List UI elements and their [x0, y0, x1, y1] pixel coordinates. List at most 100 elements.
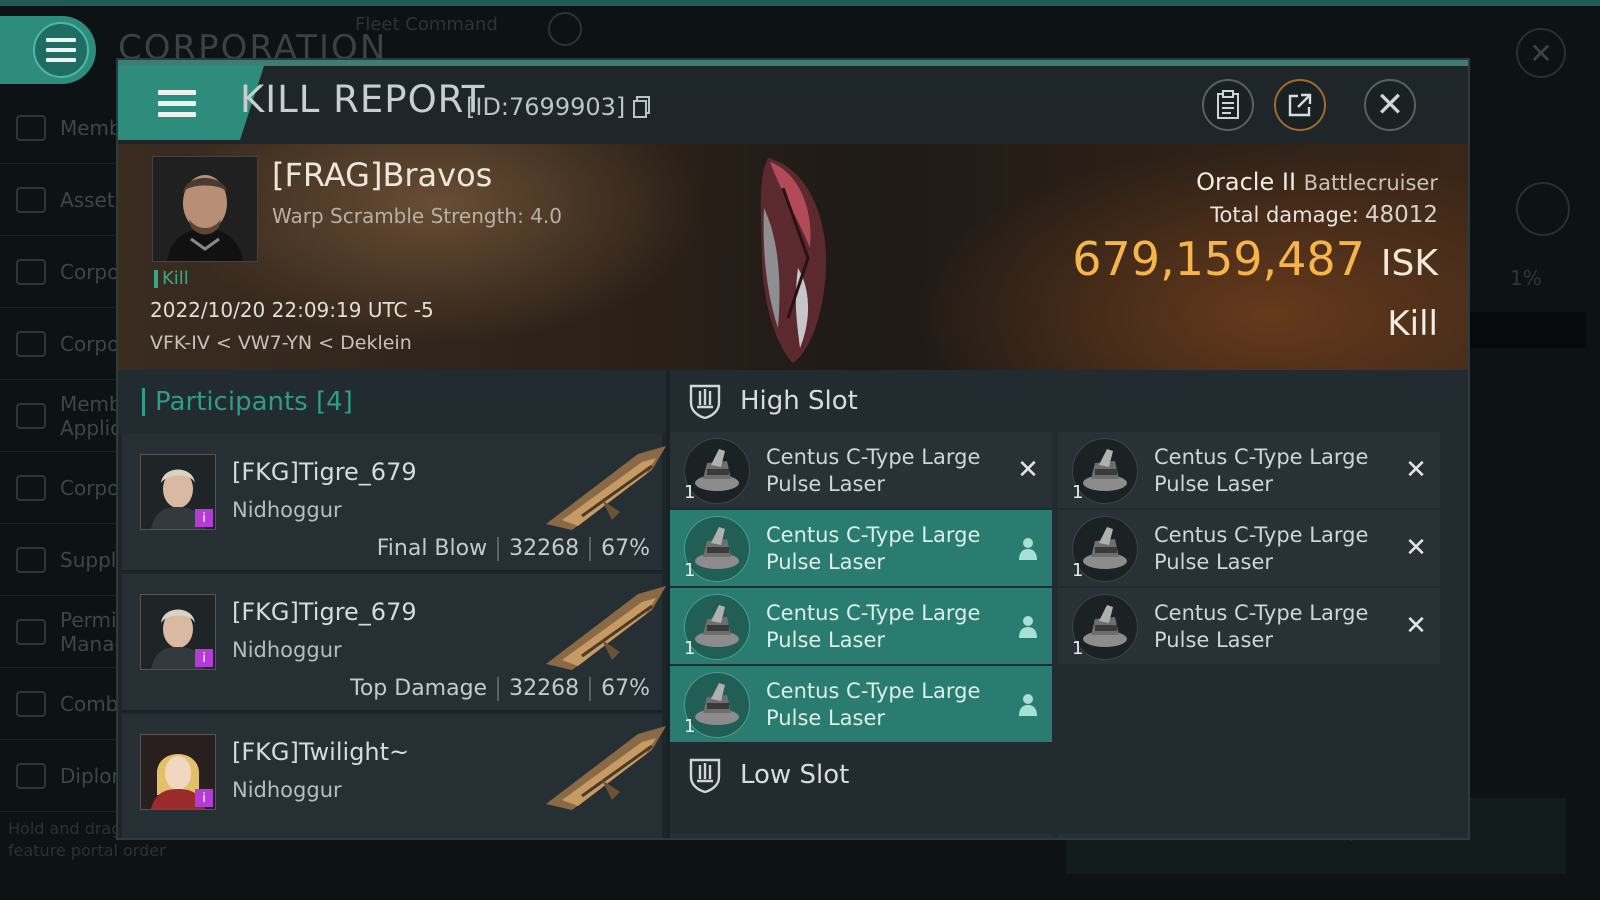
- module-item[interactable]: 1 Centus C-Type Large Pulse Laser ✕: [1058, 510, 1440, 586]
- pilot-badge-icon: i: [195, 509, 213, 527]
- pie-icon: [16, 330, 46, 357]
- victim-ship-image[interactable]: [738, 148, 848, 368]
- menu-icon: [158, 89, 196, 117]
- destroyed-x-icon: ✕: [1017, 455, 1039, 485]
- dropped-person-icon: [1014, 690, 1042, 718]
- dropped-person-icon: [1014, 534, 1042, 562]
- module-quantity: 1: [684, 638, 696, 659]
- participant-ship-image: [546, 446, 666, 530]
- destroyed-x-icon: ✕: [1405, 533, 1427, 563]
- participant-row[interactable]: i [FKG]Twilight~ Nidhoggur: [122, 714, 666, 838]
- top-accent-bar: [0, 0, 1600, 6]
- participant-ship: Nidhoggur: [232, 778, 342, 802]
- module-item[interactable]: 1 Centus C-Type Large Pulse Laser: [670, 666, 1052, 742]
- participant-name: [FKG]Tigre_679: [232, 458, 417, 486]
- module-item[interactable]: 1 Centus C-Type Large Pulse Laser ✕: [1058, 432, 1440, 508]
- pilot-badge-icon: i: [195, 789, 213, 807]
- share-button[interactable]: [1274, 79, 1326, 131]
- stats-icon: [16, 258, 46, 285]
- background-percent: 1%: [1510, 266, 1542, 290]
- participant-stats: Final Blow 32268 67%: [376, 536, 650, 561]
- module-name: Centus C-Type Large Pulse Laser: [766, 679, 981, 730]
- dropped-person-icon: [1014, 612, 1042, 640]
- menu-icon: [33, 22, 89, 78]
- low-slot-module-partial[interactable]: [1058, 834, 1440, 838]
- document-icon: [16, 474, 46, 501]
- fitting-panel: High Slot 1 Centus C-Type Large Pulse La…: [670, 370, 1468, 838]
- participants-panel: Participants [4] i [FKG]Tigre_679 Nidhog…: [118, 370, 666, 838]
- avatar[interactable]: i: [140, 454, 216, 530]
- avatar[interactable]: i: [140, 734, 216, 810]
- sidebar-item-diplomacy[interactable]: Diplon: [0, 740, 124, 812]
- sidebar-item-combat[interactable]: Comb: [0, 668, 118, 740]
- participant-ship-image: [546, 726, 666, 810]
- victim-name[interactable]: [FRAG]Bravos: [272, 156, 492, 194]
- participant-ship: Nidhoggur: [232, 498, 342, 522]
- low-slot-title: Low Slot: [740, 760, 850, 790]
- victim-banner: [FRAG]Bravos Warp Scramble Strength: 4.0…: [118, 144, 1468, 370]
- low-slot-module-partial[interactable]: [670, 834, 1052, 838]
- sidebar-item-supply[interactable]: Supply: [0, 524, 128, 596]
- high-slot-icon: [689, 384, 721, 419]
- kill-tag: Kill: [154, 270, 189, 288]
- victim-portrait[interactable]: [152, 156, 258, 262]
- module-name: Centus C-Type Large Pulse Laser: [1154, 445, 1369, 496]
- destroyed-x-icon: ✕: [1405, 455, 1427, 485]
- fleet-command-tab[interactable]: Fleet Command: [355, 14, 498, 35]
- close-button[interactable]: ✕: [1364, 79, 1416, 131]
- diplomacy-icon: [16, 762, 46, 789]
- module-quantity: 1: [1072, 560, 1084, 581]
- victim-ship[interactable]: Oracle II Battlecruiser: [1196, 168, 1438, 196]
- module-name: Centus C-Type Large Pulse Laser: [1154, 523, 1369, 574]
- permissions-icon: [16, 618, 46, 645]
- module-quantity: 1: [684, 560, 696, 581]
- report-result: Kill: [1387, 304, 1438, 344]
- participant-name: [FKG]Twilight~: [232, 738, 410, 766]
- participants-header: Participants [4]: [118, 370, 666, 434]
- participant-stats: Top Damage 32268 67%: [350, 676, 650, 701]
- destroyed-x-icon: ✕: [1405, 611, 1427, 641]
- sidebar-item-corp-stats[interactable]: Corpo: [0, 236, 119, 308]
- participant-row[interactable]: i [FKG]Tigre_679 Nidhoggur Top Damage 32…: [122, 574, 666, 712]
- kill-location[interactable]: VFK-IV < VW7-YN < Deklein: [150, 332, 412, 354]
- kill-report-menu-button[interactable]: [118, 66, 236, 140]
- sidebar-item-corp-docs[interactable]: Corpo: [0, 452, 119, 524]
- kill-report-window: KILL REPORT [ID:7699903] ✕ [FRAG]Bravos …: [116, 58, 1470, 840]
- members-icon: [16, 114, 46, 141]
- sidebar-item-permissions[interactable]: Permi Manag: [0, 596, 127, 668]
- module-quantity: 1: [1072, 482, 1084, 503]
- low-slot-header: Low Slot: [670, 744, 1468, 806]
- module-item[interactable]: 1 Centus C-Type Large Pulse Laser ✕: [670, 432, 1052, 508]
- corporation-sidebar: Memb Asset Corpo Corpo Memb Applic Corpo…: [0, 92, 128, 832]
- sidebar-item-assets[interactable]: Asset: [0, 164, 118, 236]
- module-name: Centus C-Type Large Pulse Laser: [766, 523, 981, 574]
- module-quantity: 1: [684, 482, 696, 503]
- copy-icon[interactable]: [632, 96, 651, 118]
- participant-row[interactable]: i [FKG]Tigre_679 Nidhoggur Final Blow 32…: [122, 434, 666, 572]
- module-item[interactable]: 1 Centus C-Type Large Pulse Laser ✕: [1058, 588, 1440, 664]
- participant-name: [FKG]Tigre_679: [232, 598, 417, 626]
- main-menu-button[interactable]: [0, 16, 96, 84]
- warp-scramble-strength: Warp Scramble Strength: 4.0: [272, 204, 563, 228]
- pilot-badge-icon: i: [195, 649, 213, 667]
- participants-title: Participants [4]: [142, 388, 353, 416]
- sidebar-item-member-applications[interactable]: Memb Applic: [0, 380, 122, 452]
- sidebar-item-members[interactable]: Memb: [0, 92, 122, 164]
- clipboard-button[interactable]: [1202, 79, 1254, 131]
- module-name: Centus C-Type Large Pulse Laser: [1154, 601, 1369, 652]
- avatar[interactable]: i: [140, 594, 216, 670]
- corporation-close-button[interactable]: ✕: [1516, 28, 1566, 78]
- total-damage: Total damage: 48012: [1210, 202, 1438, 228]
- external-link-icon[interactable]: [1516, 182, 1570, 236]
- participant-ship: Nidhoggur: [232, 638, 342, 662]
- kill-report-id[interactable]: [ID:7699903]: [466, 93, 651, 121]
- module-quantity: 1: [1072, 638, 1084, 659]
- kill-report-header: KILL REPORT [ID:7699903] ✕: [118, 66, 1468, 144]
- module-item[interactable]: 1 Centus C-Type Large Pulse Laser: [670, 588, 1052, 664]
- sidebar-item-corp-chart[interactable]: Corpo: [0, 308, 119, 380]
- clock-icon[interactable]: [548, 12, 582, 46]
- module-item[interactable]: 1 Centus C-Type Large Pulse Laser: [670, 510, 1052, 586]
- isk-value: 679,159,487 ISK: [1072, 232, 1438, 286]
- share-icon: [1288, 93, 1312, 117]
- module-quantity: 1: [684, 716, 696, 737]
